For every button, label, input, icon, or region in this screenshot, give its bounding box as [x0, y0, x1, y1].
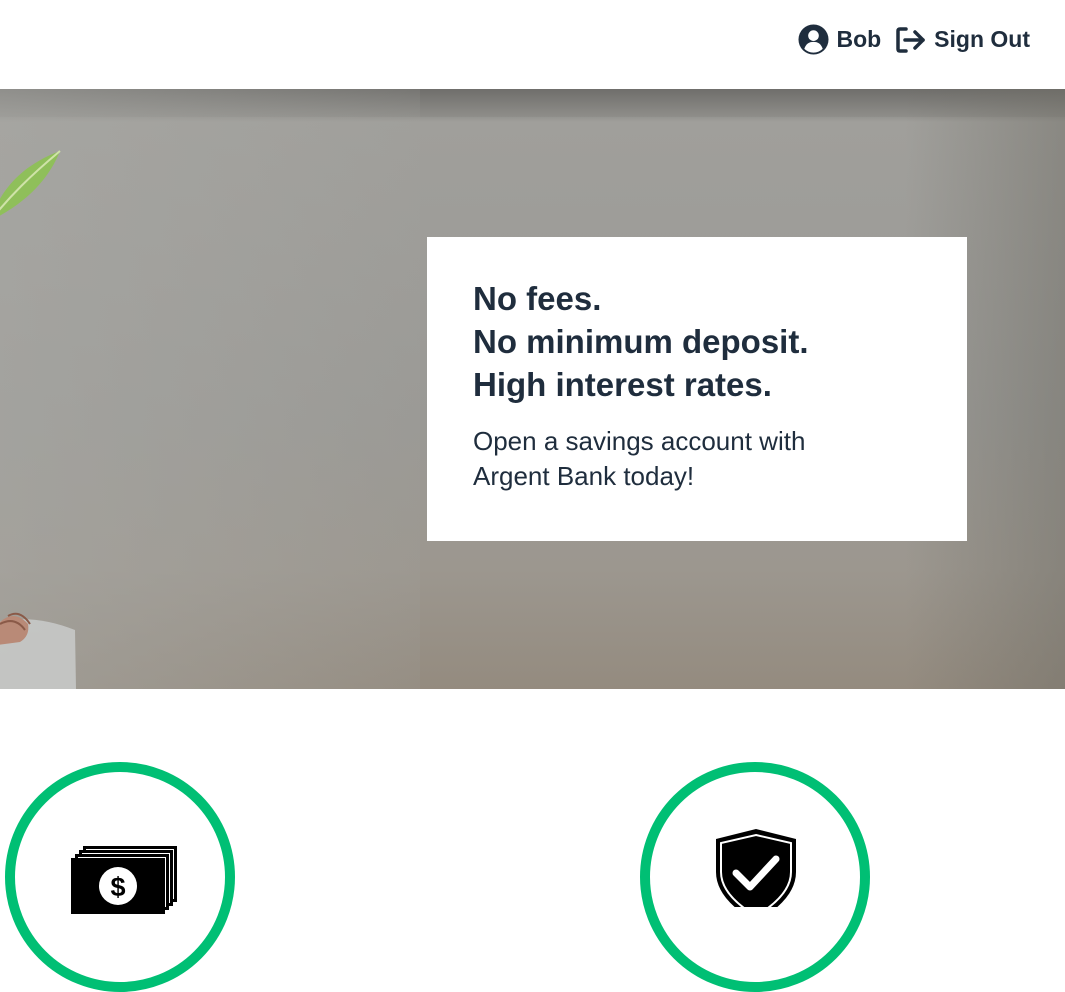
svg-text:$: $ [110, 872, 125, 902]
profile-link[interactable]: Bob [798, 24, 881, 55]
promo-headline: No fees. No minimum deposit. High intere… [473, 277, 922, 406]
promo-line-fees: No fees. [473, 280, 602, 317]
sign-out-button[interactable]: Sign Out [895, 26, 1030, 54]
promo-line-deposit: No minimum deposit. [473, 323, 809, 360]
hero-banner: No fees. No minimum deposit. High intere… [0, 89, 1065, 689]
plant-jar-image [0, 594, 80, 689]
feature-money-circle: $ [5, 762, 235, 992]
main-header: Bob Sign Out [0, 0, 1065, 89]
user-nav: Bob Sign Out [798, 24, 1030, 55]
shield-check-icon [712, 827, 800, 922]
feature-security-circle [640, 762, 870, 992]
promo-line-rates: High interest rates. [473, 366, 772, 403]
sign-out-label: Sign Out [934, 26, 1030, 52]
user-name: Bob [836, 26, 882, 52]
money-bills-icon: $ [69, 844, 179, 919]
user-circle-icon [798, 24, 829, 55]
sign-out-icon [895, 26, 927, 54]
promo-subtext: Open a savings account with Argent Bank … [473, 426, 806, 491]
promo-card: No fees. No minimum deposit. High intere… [427, 237, 967, 541]
plant-leaf-image [0, 141, 70, 236]
